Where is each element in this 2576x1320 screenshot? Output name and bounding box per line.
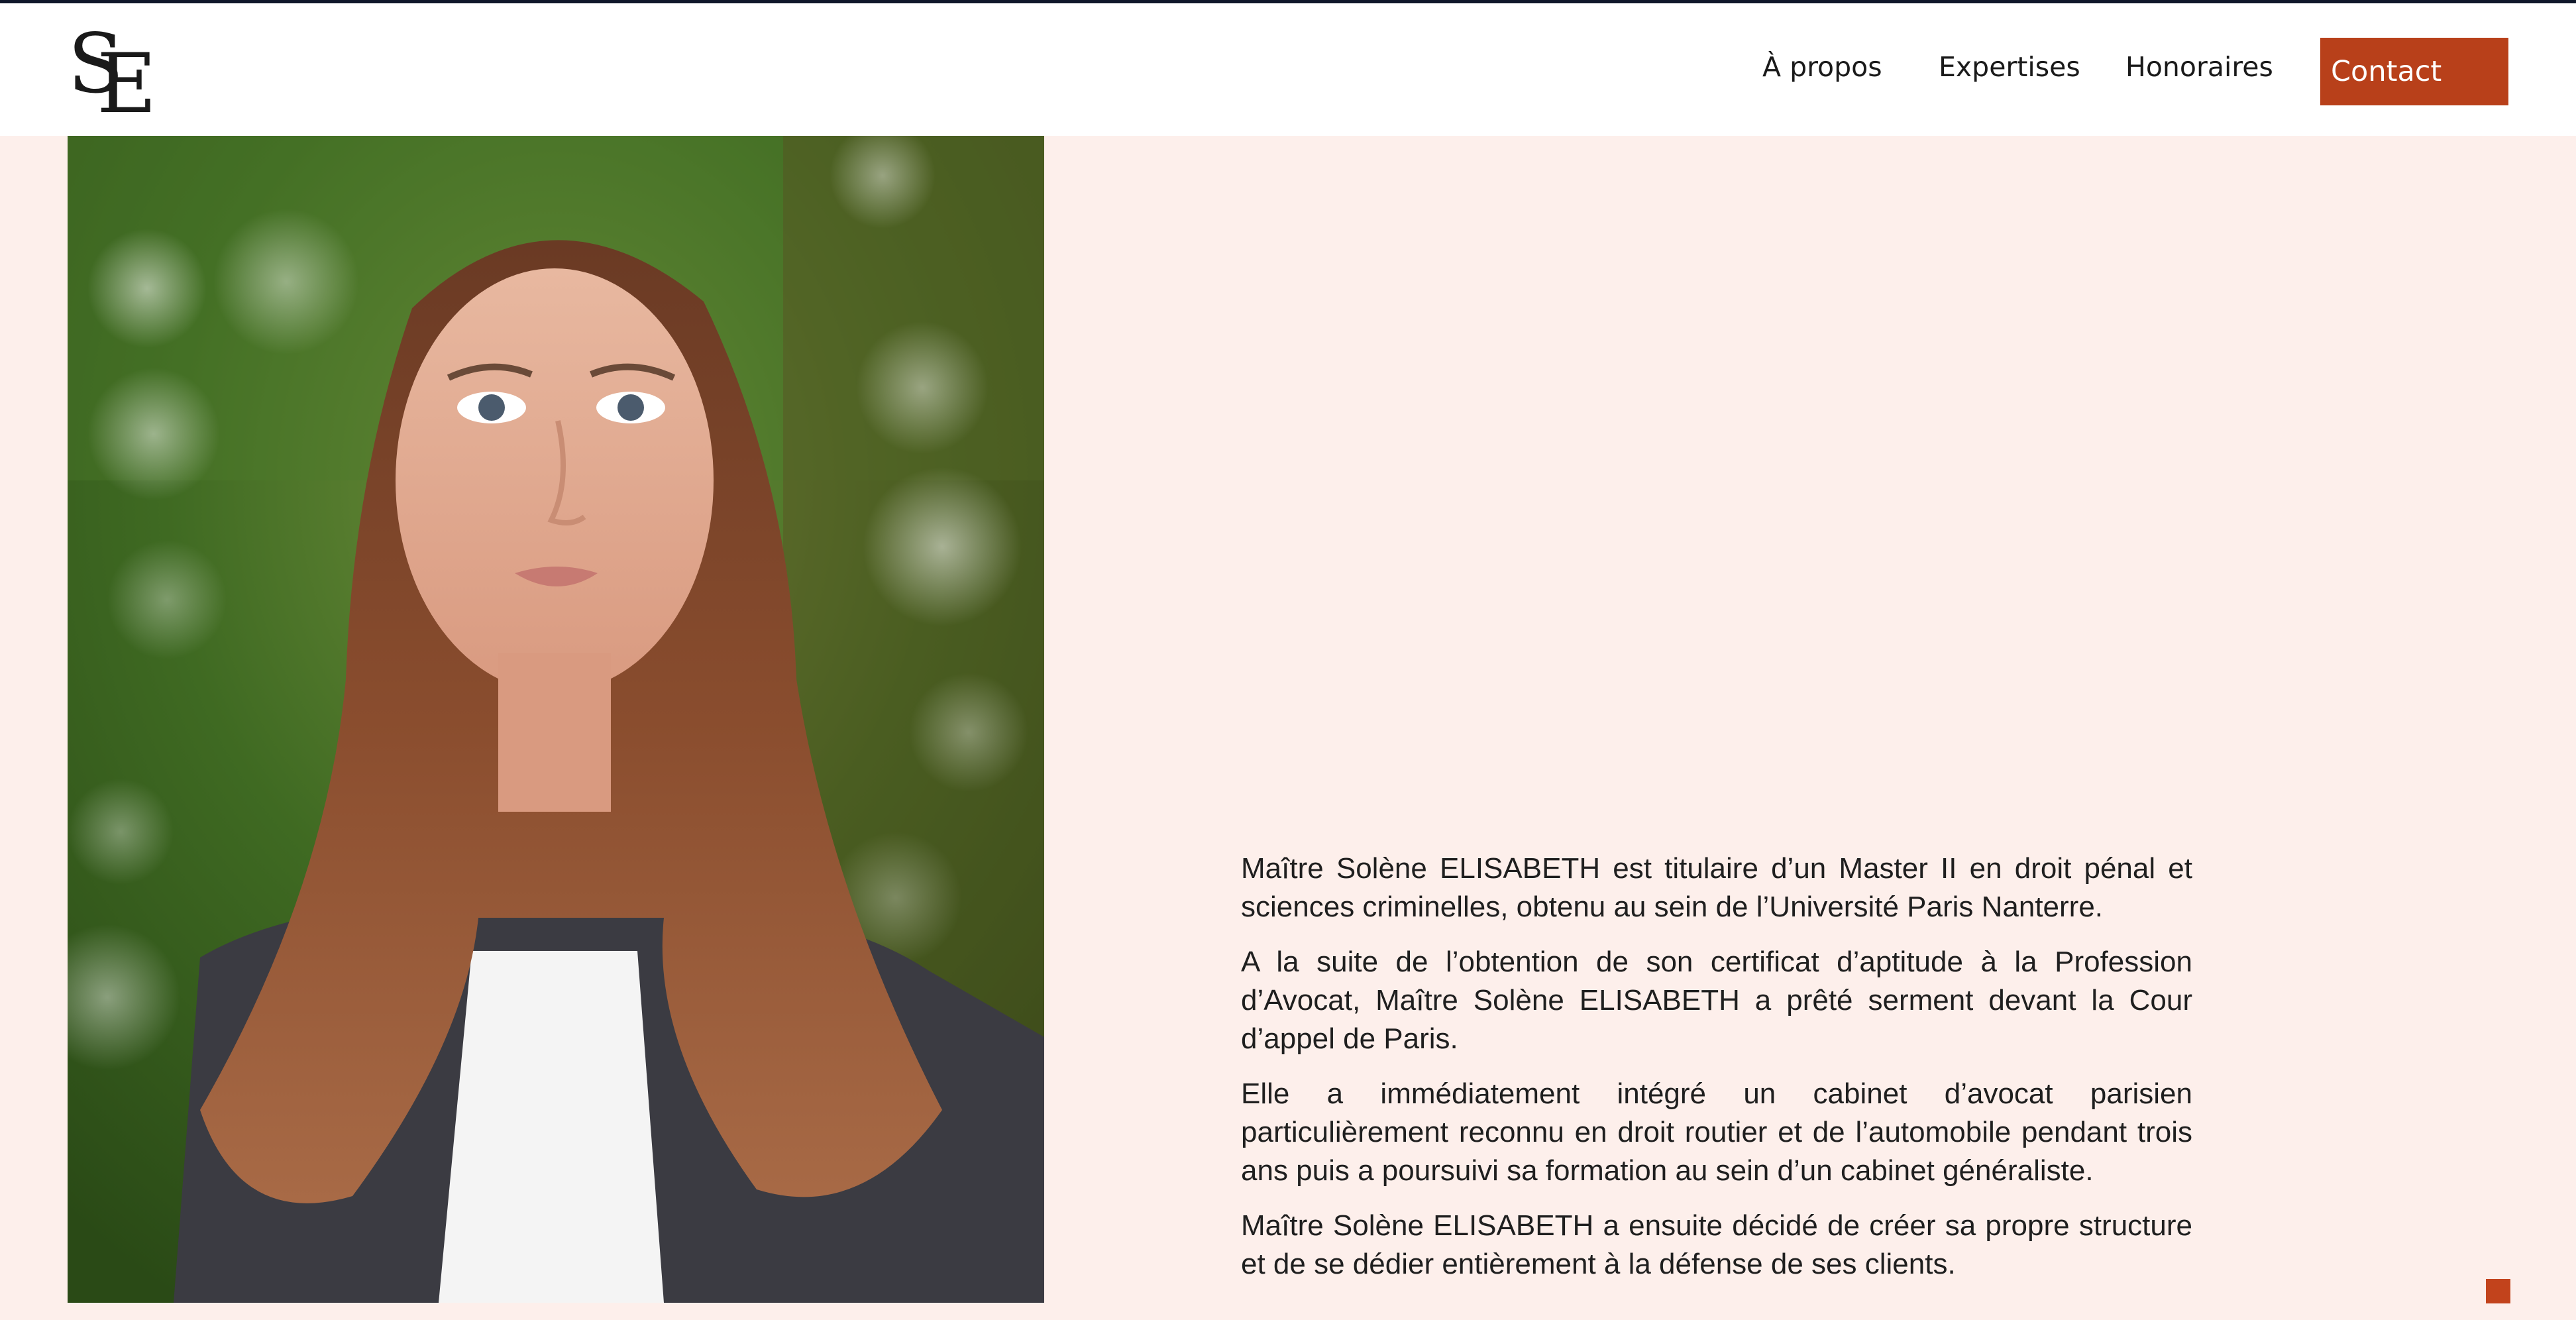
logo-letter-e: E [97, 36, 157, 132]
biography: Maître Solène ELISABETH est titulaire d’… [1241, 850, 2192, 1300]
scroll-to-top-button[interactable] [2486, 1279, 2510, 1303]
bio-paragraph: Maître Solène ELISABETH a ensuite décidé… [1241, 1209, 2192, 1280]
nav-link-a-propos[interactable]: À propos [1762, 51, 1882, 83]
site-logo[interactable]: S E [68, 23, 157, 125]
portrait-photo [68, 136, 1044, 1303]
nav-link-expertises[interactable]: Expertises [1939, 51, 2080, 83]
contact-button[interactable]: Contact [2320, 38, 2508, 105]
bio-paragraph: Elle a immédiatement intégré un cabinet … [1241, 1077, 2192, 1187]
bio-paragraph: Maître Solène ELISABETH est titulaire d’… [1241, 852, 2192, 923]
bio-paragraph: A la suite de l’obtention de son certifi… [1241, 946, 2192, 1055]
portrait-image [68, 136, 1044, 1303]
site-header: S E À propos Expertises Honoraires Conta… [0, 3, 2576, 136]
nav-link-honoraires[interactable]: Honoraires [2125, 51, 2273, 83]
